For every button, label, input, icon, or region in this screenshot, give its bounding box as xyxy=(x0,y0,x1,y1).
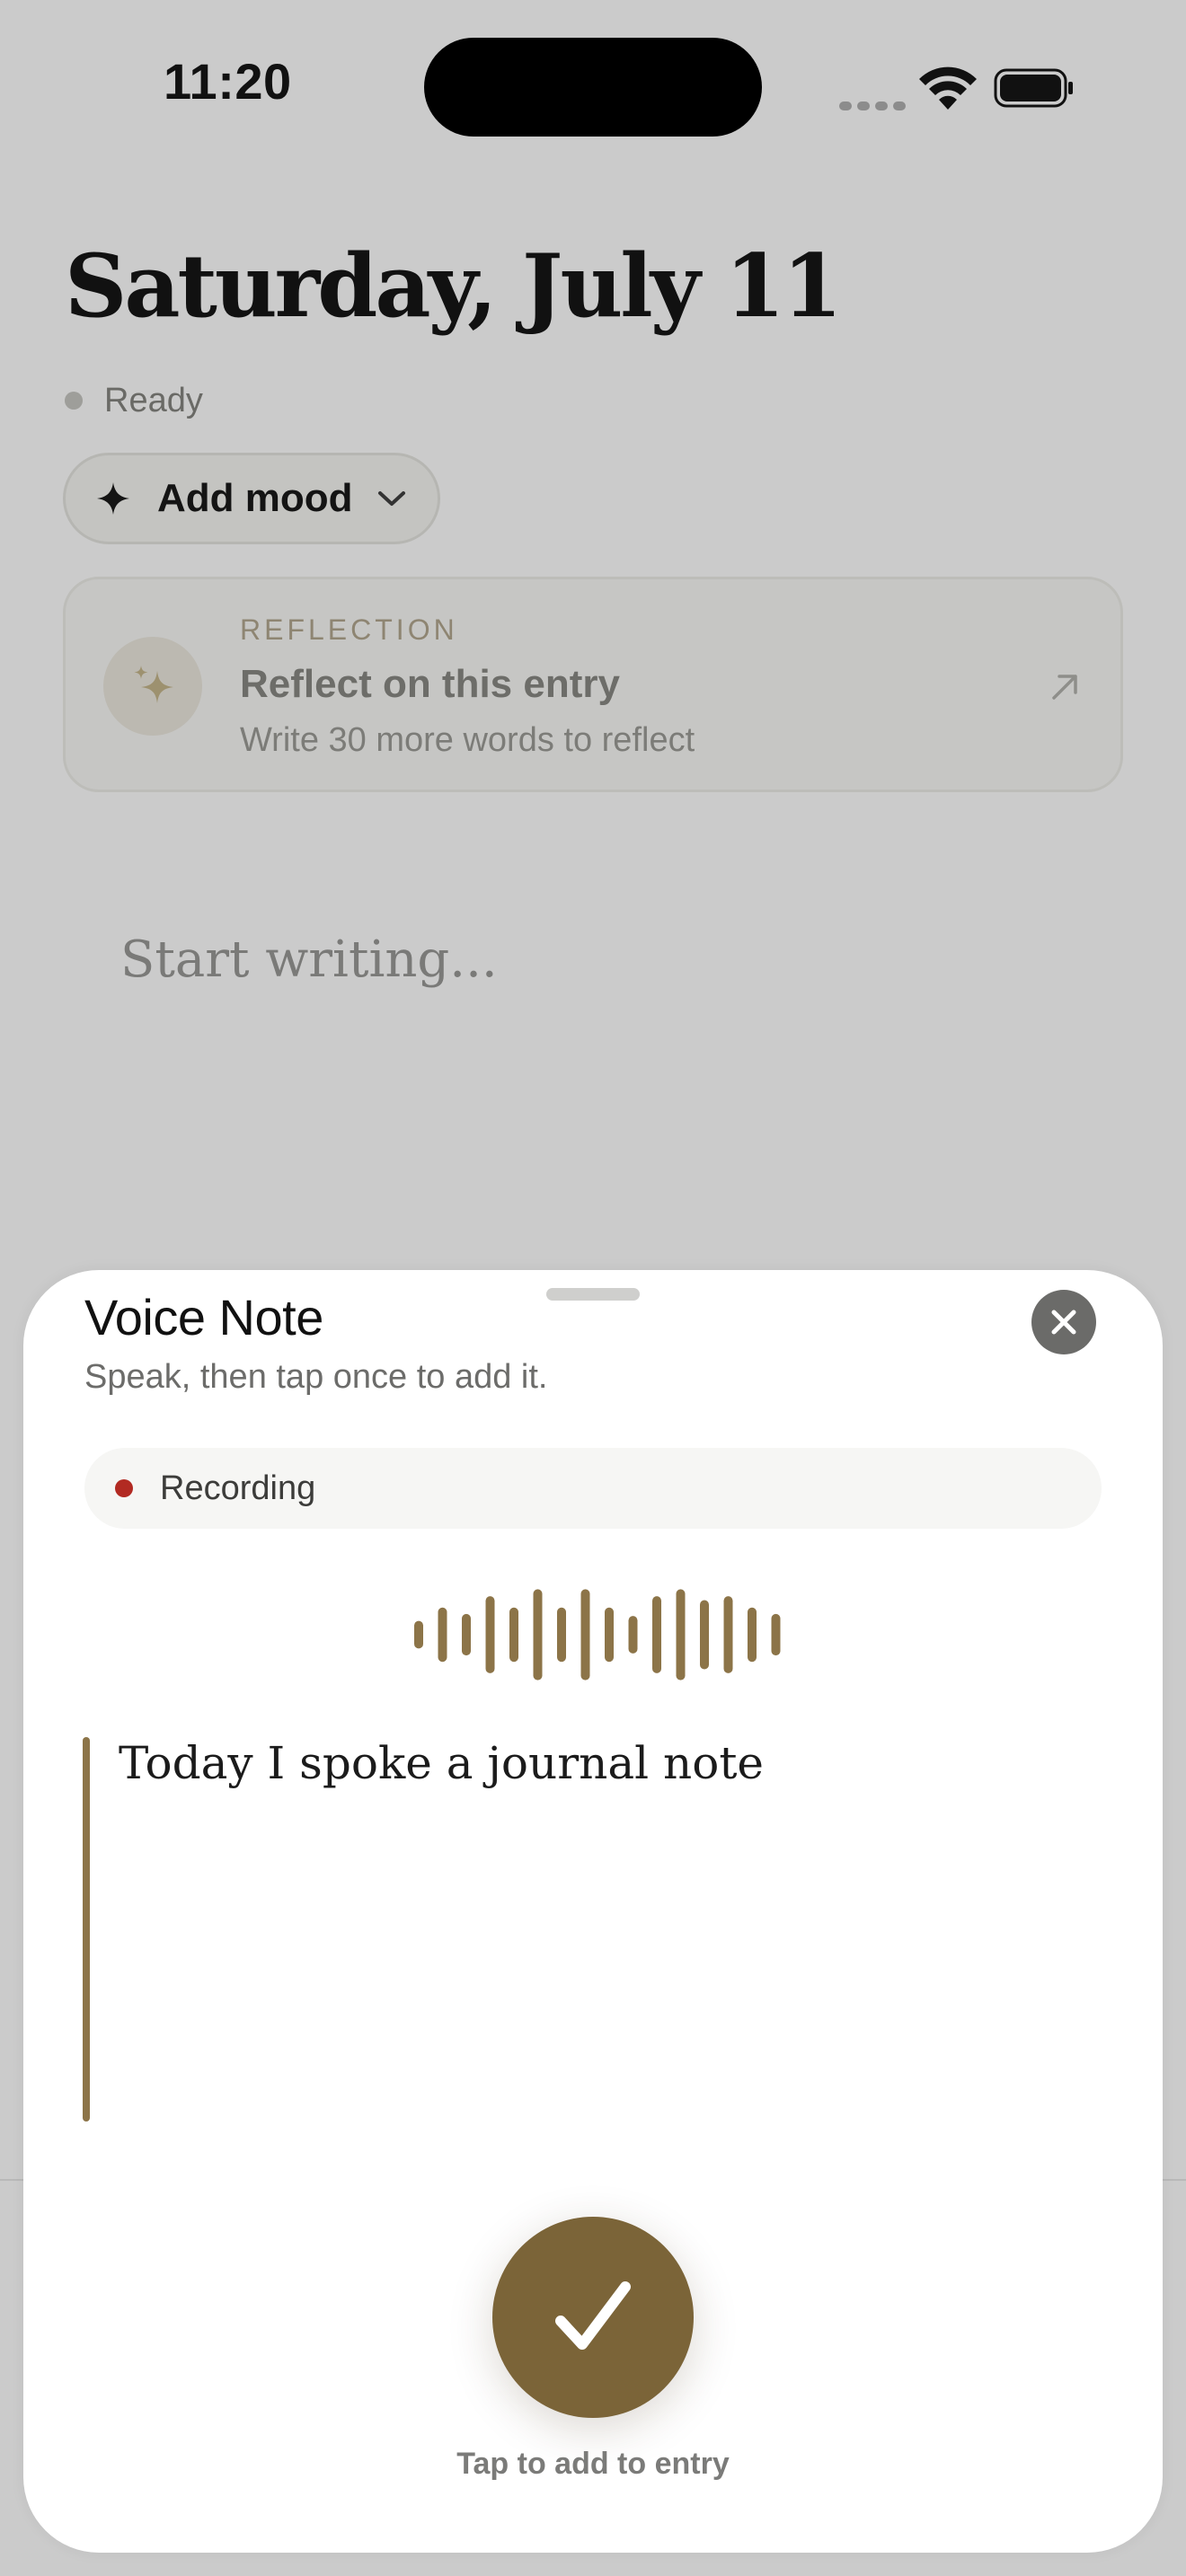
reflection-title: Reflect on this entry xyxy=(240,662,620,706)
chevron-down-icon xyxy=(377,491,405,506)
status-label: Ready xyxy=(104,381,203,419)
editor-placeholder[interactable]: Start writing... xyxy=(120,931,498,989)
sheet-subtitle: Speak, then tap once to add it. xyxy=(84,1358,548,1396)
transcript-accent-bar xyxy=(83,1737,90,2122)
sheet-grabber[interactable] xyxy=(546,1288,640,1301)
reflection-icon-badge xyxy=(103,637,202,736)
waveform-bar xyxy=(676,1589,686,1681)
add-to-entry-button[interactable] xyxy=(492,2217,694,2418)
sparkles-icon xyxy=(134,666,173,703)
waveform-bar xyxy=(771,1613,781,1656)
voice-note-sheet: Voice Note Speak, then tap once to add i… xyxy=(23,1270,1163,2553)
arrow-up-right-icon xyxy=(1052,675,1077,700)
screen: 11:20 Saturday, July 11 Ready Add mood R… xyxy=(0,0,1186,2576)
waveform-bar xyxy=(438,1607,447,1663)
reflection-card[interactable]: REFLECTION Reflect on this entry Write 3… xyxy=(63,577,1123,792)
checkmark-icon xyxy=(555,2281,631,2350)
add-mood-button[interactable]: Add mood xyxy=(63,453,440,544)
recording-status-pill: Recording xyxy=(84,1448,1102,1529)
waveform-bar xyxy=(533,1589,543,1681)
battery-icon xyxy=(994,68,1073,108)
sheet-title: Voice Note xyxy=(84,1289,323,1345)
reflection-subtitle: Write 30 more words to reflect xyxy=(240,721,695,759)
status-time: 11:20 xyxy=(164,53,292,110)
waveform-bar xyxy=(605,1607,614,1663)
waveform-bar xyxy=(580,1589,590,1681)
transcript-text: Today I spoke a journal note xyxy=(119,1737,765,1789)
status-indicators xyxy=(836,63,1078,113)
add-to-entry-caption: Tap to add to entry xyxy=(456,2447,730,2481)
waveform-bar xyxy=(700,1600,709,1670)
waveform-bar xyxy=(628,1616,638,1654)
close-icon xyxy=(1051,1310,1076,1335)
reflection-kicker: REFLECTION xyxy=(240,613,458,646)
audio-waveform xyxy=(414,1589,781,1681)
dynamic-island xyxy=(424,38,762,137)
add-mood-label: Add mood xyxy=(157,476,353,520)
wifi-icon xyxy=(919,66,977,110)
page-title: Saturday, July 11 xyxy=(65,235,842,337)
transcript-area[interactable]: Today I spoke a journal note xyxy=(83,1737,1102,2122)
waveform-bar xyxy=(485,1596,495,1673)
cellular-signal-icon xyxy=(839,97,911,114)
sparkle-icon xyxy=(97,482,129,515)
waveform-bar xyxy=(462,1613,471,1656)
recording-label: Recording xyxy=(160,1469,316,1507)
waveform-bar xyxy=(723,1596,733,1673)
waveform-bar xyxy=(748,1607,757,1663)
waveform-bar xyxy=(557,1607,566,1663)
status-indicator: Ready xyxy=(65,379,203,422)
waveform-bar xyxy=(414,1620,423,1649)
waveform-bar xyxy=(509,1607,518,1663)
status-dot xyxy=(65,392,83,410)
close-button[interactable] xyxy=(1031,1290,1096,1354)
waveform-bar xyxy=(652,1596,661,1673)
recording-dot xyxy=(115,1479,133,1497)
